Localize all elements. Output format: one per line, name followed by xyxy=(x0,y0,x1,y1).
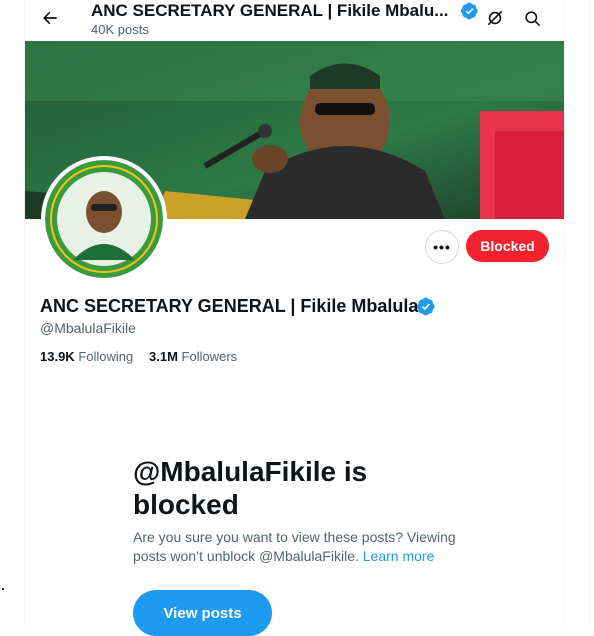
search-button[interactable] xyxy=(520,6,544,30)
profile-column: ANC SECRETARY GENERAL | Fikile Mbalu... … xyxy=(24,0,565,636)
followers-label: Followers xyxy=(181,349,238,364)
verified-badge-icon xyxy=(461,2,478,20)
avatar-photo xyxy=(45,160,163,278)
following-label: Following xyxy=(78,349,134,364)
profile-handle: @MbalulaFikile xyxy=(40,320,136,336)
view-posts-button[interactable]: View posts xyxy=(133,590,272,636)
blocked-description: Are you sure you want to view these post… xyxy=(133,528,463,566)
blocked-title: @MbalulaFikile is blocked xyxy=(133,456,368,520)
header-title: ANC SECRETARY GENERAL | Fikile Mbalu... xyxy=(91,1,449,20)
stray-dot xyxy=(2,588,4,590)
verified-badge-icon xyxy=(417,297,435,316)
back-button[interactable] xyxy=(39,7,61,29)
following-link[interactable]: 13.9K Following xyxy=(40,349,133,364)
grok-icon xyxy=(487,10,503,26)
top-bar: ANC SECRETARY GENERAL | Fikile Mbalu... … xyxy=(25,0,564,41)
learn-more-link[interactable]: Learn more xyxy=(363,548,435,564)
profile-name: ANC SECRETARY GENERAL | Fikile Mbalula xyxy=(40,296,419,316)
back-arrow-icon xyxy=(43,11,57,25)
profile-avatar[interactable] xyxy=(41,156,167,282)
blocked-button[interactable]: Blocked xyxy=(466,230,549,262)
followers-count: 3.1M xyxy=(149,349,178,364)
following-count: 13.9K xyxy=(40,349,75,364)
search-icon xyxy=(524,10,540,26)
followers-link[interactable]: 3.1M Followers xyxy=(149,349,237,364)
grok-button[interactable] xyxy=(483,6,507,30)
right-sidebar-edge xyxy=(589,0,594,626)
posts-count: 40K posts xyxy=(91,22,149,37)
more-options-button[interactable]: ••• xyxy=(425,230,459,264)
